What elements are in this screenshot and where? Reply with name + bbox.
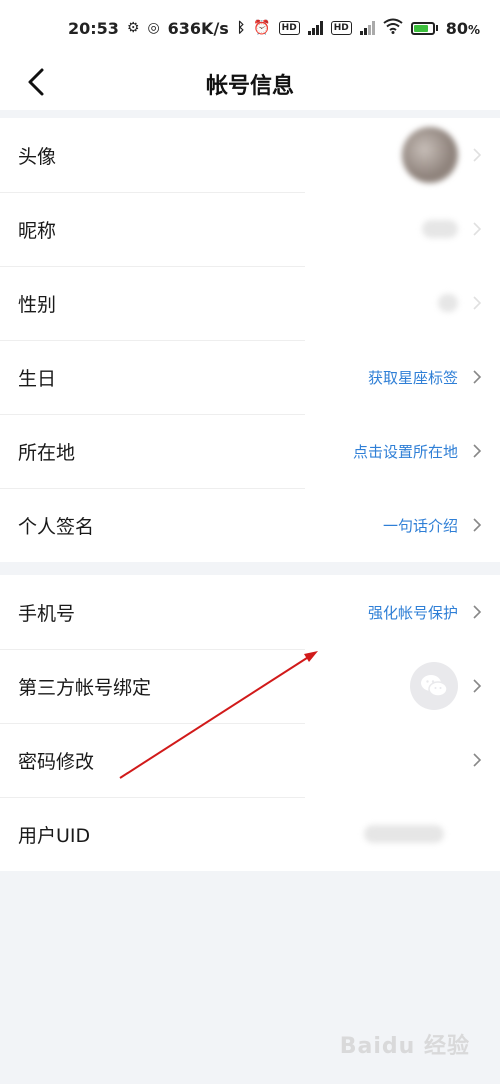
location-value: 点击设置所在地 [352, 442, 458, 461]
chevron-right-icon [473, 753, 482, 767]
chevron-right-icon [473, 605, 482, 619]
chevron-right-icon [473, 222, 482, 236]
wechat-icon [410, 662, 458, 710]
battery-icon [410, 21, 438, 35]
alarm-icon: ⏰ [253, 20, 271, 36]
baidu-watermark: Baidu 经验 [339, 1034, 470, 1059]
security-group: 手机号 强化帐号保护 第三方帐号绑定 密码修改 用户UID [0, 575, 500, 871]
password-change-row[interactable]: 密码修改 [0, 723, 500, 797]
nav-bar: 帐号信息 [0, 56, 500, 110]
status-time: 20:53 [67, 18, 119, 38]
gender-label: 性别 [18, 293, 57, 316]
network-speed: 636K/s [167, 18, 229, 38]
settings-gear-icon: ⚙ [126, 20, 140, 36]
phone-value: 强化帐号保护 [367, 603, 458, 622]
birthday-row[interactable]: 生日 获取星座标签 [0, 340, 500, 414]
signal-5g-icon [307, 21, 323, 35]
signature-label: 个人签名 [18, 515, 95, 538]
uid-label: 用户UID [18, 824, 91, 847]
phone-label: 手机号 [18, 602, 76, 625]
signature-row[interactable]: 个人签名 一句话介绍 [0, 488, 500, 562]
phone-row[interactable]: 手机号 强化帐号保护 [0, 575, 500, 649]
signature-value: 一句话介绍 [382, 516, 458, 535]
birthday-label: 生日 [18, 367, 57, 390]
sync-icon: ◎ [147, 20, 160, 36]
uid-row: 用户UID [0, 797, 500, 871]
gender-row[interactable]: 性别 [0, 266, 500, 340]
chevron-right-icon [473, 444, 482, 458]
status-bar: 20:53 ⚙ ◎ 636K/s ᛒ ⏰ HD HD 80% [0, 0, 500, 56]
page-title: 帐号信息 [205, 74, 294, 99]
gender-value-blurred [438, 294, 458, 312]
birthday-value: 获取星座标签 [367, 368, 458, 387]
hd-icon: HD [278, 21, 300, 35]
nickname-label: 昵称 [18, 219, 57, 242]
profile-info-group: 头像 昵称 性别 生日 获取星座标签 所在地 点击设置所在地 个人签名 一句话介… [0, 118, 500, 562]
chevron-right-icon [473, 296, 482, 310]
signal-4g-icon [359, 21, 375, 35]
avatar [402, 127, 458, 183]
nickname-row[interactable]: 昵称 [0, 192, 500, 266]
location-label: 所在地 [18, 441, 76, 464]
bluetooth-icon: ᛒ [236, 20, 246, 36]
uid-value-blurred [364, 825, 444, 843]
avatar-row[interactable]: 头像 [0, 118, 500, 192]
nickname-value-blurred [422, 220, 458, 238]
password-label: 密码修改 [18, 750, 95, 773]
chevron-right-icon [473, 148, 482, 162]
avatar-label: 头像 [18, 145, 57, 168]
chevron-right-icon [473, 518, 482, 532]
chevron-right-icon [473, 370, 482, 384]
chevron-right-icon [473, 679, 482, 693]
wifi-icon [383, 18, 403, 38]
battery-level: 80% [445, 18, 480, 38]
third-party-binding-row[interactable]: 第三方帐号绑定 [0, 649, 500, 723]
third-party-label: 第三方帐号绑定 [18, 676, 152, 699]
hd-icon-2: HD [330, 21, 352, 35]
location-row[interactable]: 所在地 点击设置所在地 [0, 414, 500, 488]
